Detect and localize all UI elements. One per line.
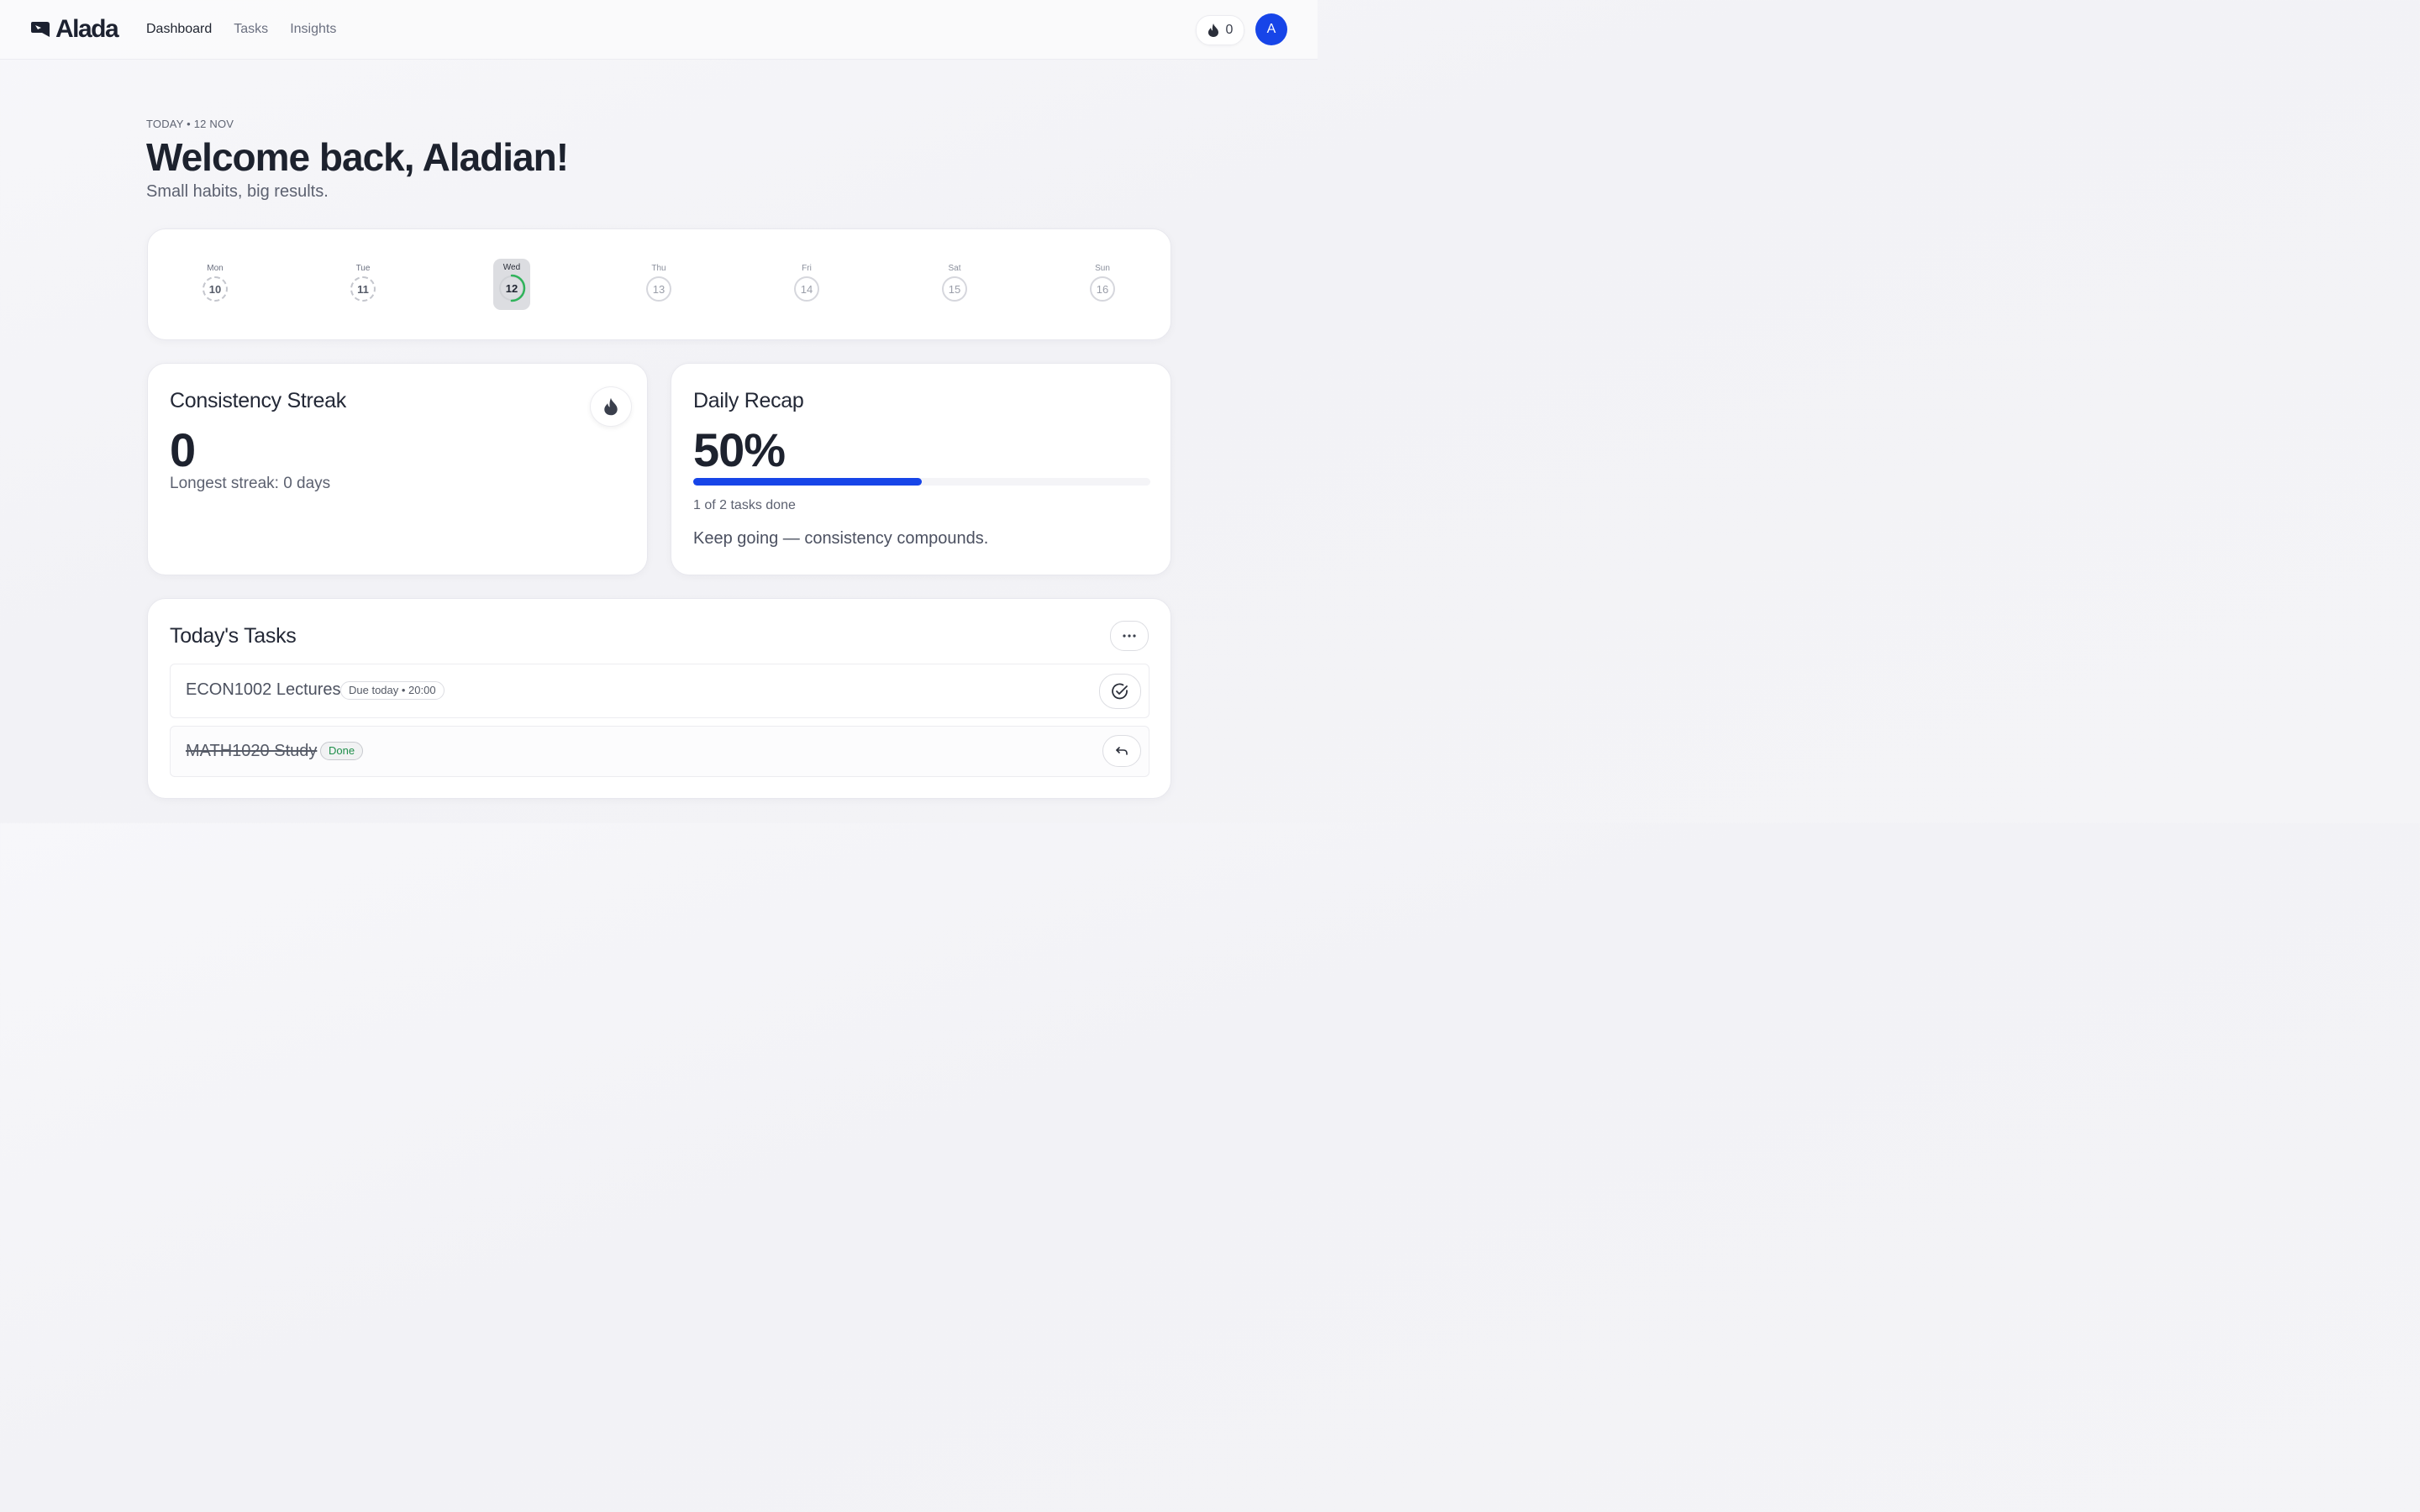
tasks-done-count: 1 of 2 tasks done <box>693 498 796 512</box>
day-sun[interactable]: Sun 16 <box>1084 260 1121 302</box>
logo[interactable]: Alada <box>30 15 119 43</box>
flame-icon <box>1207 24 1218 37</box>
nav-insights[interactable]: Insights <box>290 22 336 37</box>
day-name: Thu <box>651 264 666 273</box>
recap-message: Keep going — consistency compounds. <box>693 529 989 548</box>
streak-count: 0 <box>1225 23 1234 37</box>
check-circle-icon <box>1112 683 1128 700</box>
week-strip: Mon 10 Tue 11 Wed 12 Thu 13 Fri 14 Sat 1… <box>147 228 1171 340</box>
day-wed[interactable]: Wed 12 <box>493 259 530 310</box>
page-title: Welcome back, Aladian! <box>146 135 569 179</box>
day-name: Sat <box>948 264 961 273</box>
flame-icon <box>604 397 618 416</box>
streak-card: Consistency Streak 0 Longest streak: 0 d… <box>147 363 648 575</box>
complete-task-button[interactable] <box>1099 674 1141 709</box>
longest-streak: Longest streak: 0 days <box>170 475 331 492</box>
recap-progress-bar <box>693 478 1150 486</box>
top-bar: Alada Dashboard Tasks Insights 0 A <box>0 0 1318 60</box>
recap-card: Daily Recap 50% 1 of 2 tasks done Keep g… <box>671 363 1171 575</box>
day-name: Mon <box>207 264 224 273</box>
day-tue[interactable]: Tue 11 <box>345 260 381 302</box>
day-name: Tue <box>355 264 371 273</box>
task-name: ECON1002 Lectures <box>186 680 341 699</box>
day-number: 11 <box>350 276 376 302</box>
recap-progress-fill <box>693 478 922 486</box>
app-name: Alada <box>55 15 119 43</box>
more-dots-icon <box>1123 634 1136 638</box>
day-fri[interactable]: Fri 14 <box>788 260 825 302</box>
nav-dashboard[interactable]: Dashboard <box>146 22 212 37</box>
tagline: Small habits, big results. <box>146 182 329 201</box>
logo-icon <box>31 22 50 37</box>
avatar[interactable]: A <box>1255 13 1287 45</box>
day-sat[interactable]: Sat 15 <box>936 260 973 302</box>
day-number: 13 <box>646 276 671 302</box>
done-badge: Done <box>320 742 364 760</box>
day-name: Sun <box>1095 264 1110 273</box>
task-row[interactable]: MATH1020 Study Done <box>170 726 1150 777</box>
day-number: 15 <box>942 276 967 302</box>
day-mon[interactable]: Mon 10 <box>197 260 234 302</box>
undo-task-button[interactable] <box>1102 735 1141 767</box>
tasks-title: Today's Tasks <box>170 624 297 648</box>
day-name: Wed <box>502 263 521 272</box>
tasks-card: Today's Tasks ECON1002 Lectures Due toda… <box>147 598 1171 799</box>
streak-fire-button[interactable] <box>590 386 632 427</box>
day-name: Fri <box>802 264 812 273</box>
task-row[interactable]: ECON1002 Lectures Due today • 20:00 <box>170 664 1150 718</box>
day-number: 10 <box>203 276 228 302</box>
day-thu[interactable]: Thu 13 <box>640 260 677 302</box>
undo-icon <box>1116 747 1128 755</box>
task-name: MATH1020 Study <box>186 742 318 760</box>
day-number: 14 <box>794 276 819 302</box>
more-options-button[interactable] <box>1110 621 1149 651</box>
streak-title: Consistency Streak <box>170 389 346 412</box>
day-progress-ring <box>497 274 526 302</box>
main-nav: Dashboard Tasks Insights <box>146 22 336 37</box>
streak-pill[interactable]: 0 <box>1196 15 1244 45</box>
streak-value: 0 <box>170 423 196 476</box>
due-badge: Due today • 20:00 <box>340 681 445 700</box>
nav-tasks[interactable]: Tasks <box>234 22 268 37</box>
date-label: TODAY • 12 NOV <box>146 118 234 130</box>
day-number: 16 <box>1090 276 1115 302</box>
recap-title: Daily Recap <box>693 389 804 412</box>
day-number: 12 <box>497 274 526 302</box>
recap-percent: 50% <box>693 423 786 476</box>
